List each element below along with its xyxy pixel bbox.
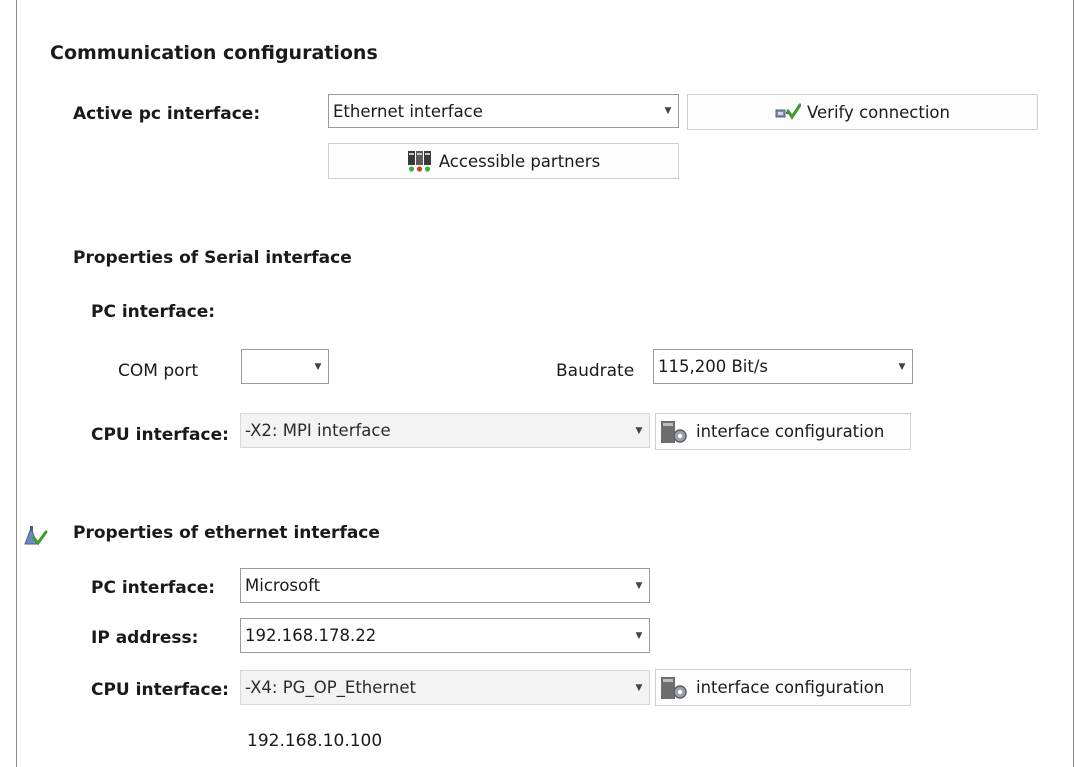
page-title: Communication configurations [50, 42, 378, 64]
ethernet-pc-interface-value: Microsoft [245, 576, 321, 595]
chevron-down-icon: ▼ [898, 361, 906, 372]
verify-connection-icon [775, 102, 802, 122]
accessible-partners-icon [407, 150, 433, 172]
active-interface-select[interactable]: Ethernet interface ▼ [328, 94, 679, 128]
ethernet-section-title: Properties of ethernet interface [73, 523, 380, 543]
ethernet-interface-configuration-button[interactable]: interface configuration [655, 669, 911, 706]
baudrate-label: Baudrate [556, 361, 635, 381]
active-interface-label: Active pc interface: [73, 104, 261, 124]
serial-pc-interface-label: PC interface: [91, 302, 216, 322]
interface-configuration-icon [660, 676, 690, 700]
serial-cpu-interface-label: CPU interface: [91, 425, 229, 445]
ip-address-value: 192.168.178.22 [245, 626, 377, 645]
com-port-label: COM port [118, 361, 199, 381]
baudrate-value: 115,200 Bit/s [658, 357, 769, 376]
ethernet-cpu-interface-value: -X4: PG_OP_Ethernet [245, 678, 416, 697]
chevron-down-icon: ▼ [635, 630, 643, 641]
verify-connection-button[interactable]: Verify connection [687, 94, 1038, 130]
active-interface-icon [22, 523, 48, 547]
cpu-ip-address: 192.168.10.100 [247, 731, 383, 751]
chevron-down-icon: ▼ [664, 106, 672, 116]
ethernet-cpu-interface-label: CPU interface: [91, 680, 229, 700]
chevron-down-icon: ▼ [635, 580, 643, 591]
active-interface-value: Ethernet interface [333, 101, 483, 121]
serial-interface-configuration-button[interactable]: interface configuration [655, 413, 911, 450]
ip-address-label: IP address: [91, 628, 199, 648]
chevron-down-icon: ▼ [314, 361, 322, 372]
ethernet-interface-configuration-label: interface configuration [696, 678, 885, 697]
serial-cpu-interface-select[interactable]: -X2: MPI interface ▼ [240, 413, 650, 448]
verify-connection-label: Verify connection [807, 102, 950, 122]
interface-configuration-icon [660, 420, 690, 444]
baudrate-select[interactable]: 115,200 Bit/s ▼ [653, 349, 913, 384]
serial-interface-configuration-label: interface configuration [696, 422, 885, 441]
ethernet-pc-interface-label: PC interface: [91, 578, 216, 598]
ethernet-pc-interface-select[interactable]: Microsoft ▼ [240, 568, 650, 603]
serial-cpu-interface-value: -X2: MPI interface [245, 421, 391, 440]
ethernet-cpu-interface-select[interactable]: -X4: PG_OP_Ethernet ▼ [240, 670, 650, 705]
chevron-down-icon: ▼ [635, 425, 643, 436]
accessible-partners-label: Accessible partners [438, 151, 601, 171]
accessible-partners-button[interactable]: Accessible partners [328, 143, 679, 179]
chevron-down-icon: ▼ [635, 682, 643, 693]
com-port-select[interactable]: ▼ [241, 349, 329, 384]
serial-section-title: Properties of Serial interface [73, 248, 352, 268]
ip-address-select[interactable]: 192.168.178.22 ▼ [240, 618, 650, 653]
